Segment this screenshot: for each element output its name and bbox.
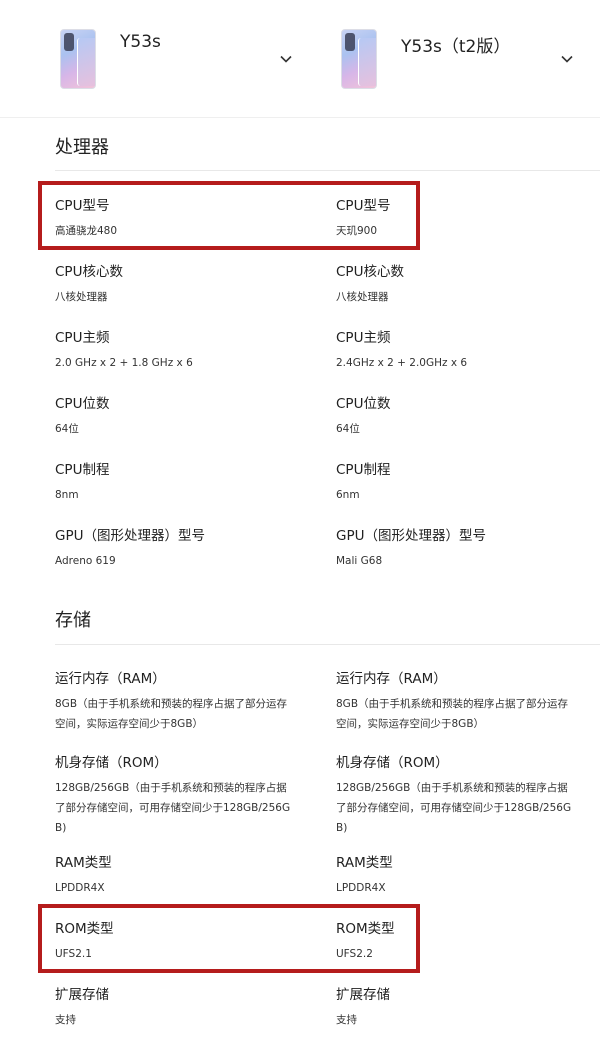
spec-value: 8GB（由于手机系统和预装的程序占据了部分运存空间，实际运存空间少于8GB） [336, 698, 569, 730]
spec-rom-left: 机身存储（ROM） 128GB/256GB（由于手机系统和预装的程序占据了部分存… [55, 754, 295, 838]
spec-label: GPU（图形处理器）型号 [55, 528, 205, 544]
spec-label: GPU（图形处理器）型号 [336, 528, 486, 544]
spec-expand-storage-right: 扩展存储 支持 [336, 986, 586, 1030]
spec-cpu-bits-left: CPU位数 64位 [55, 395, 305, 439]
spec-label: CPU主频 [55, 330, 110, 346]
spec-label: CPU核心数 [336, 264, 404, 280]
spec-gpu-model-left: GPU（图形处理器）型号 Adreno 619 [55, 527, 305, 571]
spec-value: Adreno 619 [55, 555, 116, 567]
spec-ram-type-right: RAM类型 LPDDR4X [336, 854, 586, 898]
spec-value: LPDDR4X [55, 882, 105, 894]
spec-label: CPU制程 [55, 462, 110, 478]
spec-value: Mali G68 [336, 555, 383, 567]
spec-label: 运行内存（RAM） [55, 671, 166, 687]
spec-label: CPU主频 [336, 330, 391, 346]
spec-value: 8nm [55, 489, 79, 501]
section-title-storage: 存储 [55, 610, 91, 631]
spec-cpu-bits-right: CPU位数 64位 [336, 395, 586, 439]
spec-value: 128GB/256GB（由于手机系统和预装的程序占据了部分存储空间，可用存储空间… [55, 782, 291, 834]
spec-gpu-model-right: GPU（图形处理器）型号 Mali G68 [336, 527, 586, 571]
spec-cpu-freq-right: CPU主频 2.4GHz x 2 + 2.0GHz x 6 [336, 329, 586, 373]
spec-value: 2.4GHz x 2 + 2.0GHz x 6 [336, 357, 468, 369]
chevron-down-icon[interactable] [560, 52, 574, 66]
highlight-box-rom-type [38, 904, 420, 973]
section-title-processor: 处理器 [55, 137, 109, 158]
spec-value: 64位 [55, 423, 79, 435]
spec-cpu-cores-left: CPU核心数 八核处理器 [55, 263, 305, 307]
model-name-left: Y53s [120, 32, 161, 52]
model-name-right: Y53s（t2版） [401, 37, 511, 57]
spec-ram-right: 运行内存（RAM） 8GB（由于手机系统和预装的程序占据了部分运存空间，实际运存… [336, 670, 576, 734]
spec-label: CPU位数 [55, 396, 110, 412]
spec-label: CPU核心数 [55, 264, 123, 280]
highlight-box-cpu-model [38, 181, 420, 250]
spec-ram-left: 运行内存（RAM） 8GB（由于手机系统和预装的程序占据了部分运存空间，实际运存… [55, 670, 295, 734]
spec-value: LPDDR4X [336, 882, 386, 894]
divider [55, 644, 600, 645]
spec-rom-right: 机身存储（ROM） 128GB/256GB（由于手机系统和预装的程序占据了部分存… [336, 754, 576, 838]
spec-label: 运行内存（RAM） [336, 671, 447, 687]
spec-ram-type-left: RAM类型 LPDDR4X [55, 854, 305, 898]
chevron-down-icon[interactable] [279, 52, 293, 66]
spec-label: CPU位数 [336, 396, 391, 412]
phone-thumbnail [341, 29, 377, 89]
spec-cpu-freq-left: CPU主频 2.0 GHz x 2 + 1.8 GHz x 6 [55, 329, 305, 373]
spec-value: 2.0 GHz x 2 + 1.8 GHz x 6 [55, 357, 193, 369]
spec-label: RAM类型 [336, 855, 393, 871]
spec-value: 八核处理器 [336, 291, 389, 303]
spec-label: 机身存储（ROM） [336, 755, 449, 771]
spec-label: 扩展存储 [336, 987, 390, 1003]
spec-value: 八核处理器 [55, 291, 108, 303]
spec-expand-storage-left: 扩展存储 支持 [55, 986, 305, 1030]
spec-cpu-process-right: CPU制程 6nm [336, 461, 586, 505]
spec-value: 6nm [336, 489, 360, 501]
spec-label: CPU制程 [336, 462, 391, 478]
phone-thumbnail [60, 29, 96, 89]
spec-label: 扩展存储 [55, 987, 109, 1003]
divider [55, 170, 600, 171]
spec-value: 128GB/256GB（由于手机系统和预装的程序占据了部分存储空间，可用存储空间… [336, 782, 572, 834]
spec-cpu-cores-right: CPU核心数 八核处理器 [336, 263, 586, 307]
spec-value: 8GB（由于手机系统和预装的程序占据了部分运存空间，实际运存空间少于8GB） [55, 698, 288, 730]
compare-header: Y53s Y53s（t2版） [0, 0, 600, 118]
spec-label: 机身存储（ROM） [55, 755, 168, 771]
spec-value: 64位 [336, 423, 360, 435]
spec-label: RAM类型 [55, 855, 112, 871]
spec-value: 支持 [336, 1014, 357, 1026]
spec-cpu-process-left: CPU制程 8nm [55, 461, 305, 505]
spec-value: 支持 [55, 1014, 76, 1026]
